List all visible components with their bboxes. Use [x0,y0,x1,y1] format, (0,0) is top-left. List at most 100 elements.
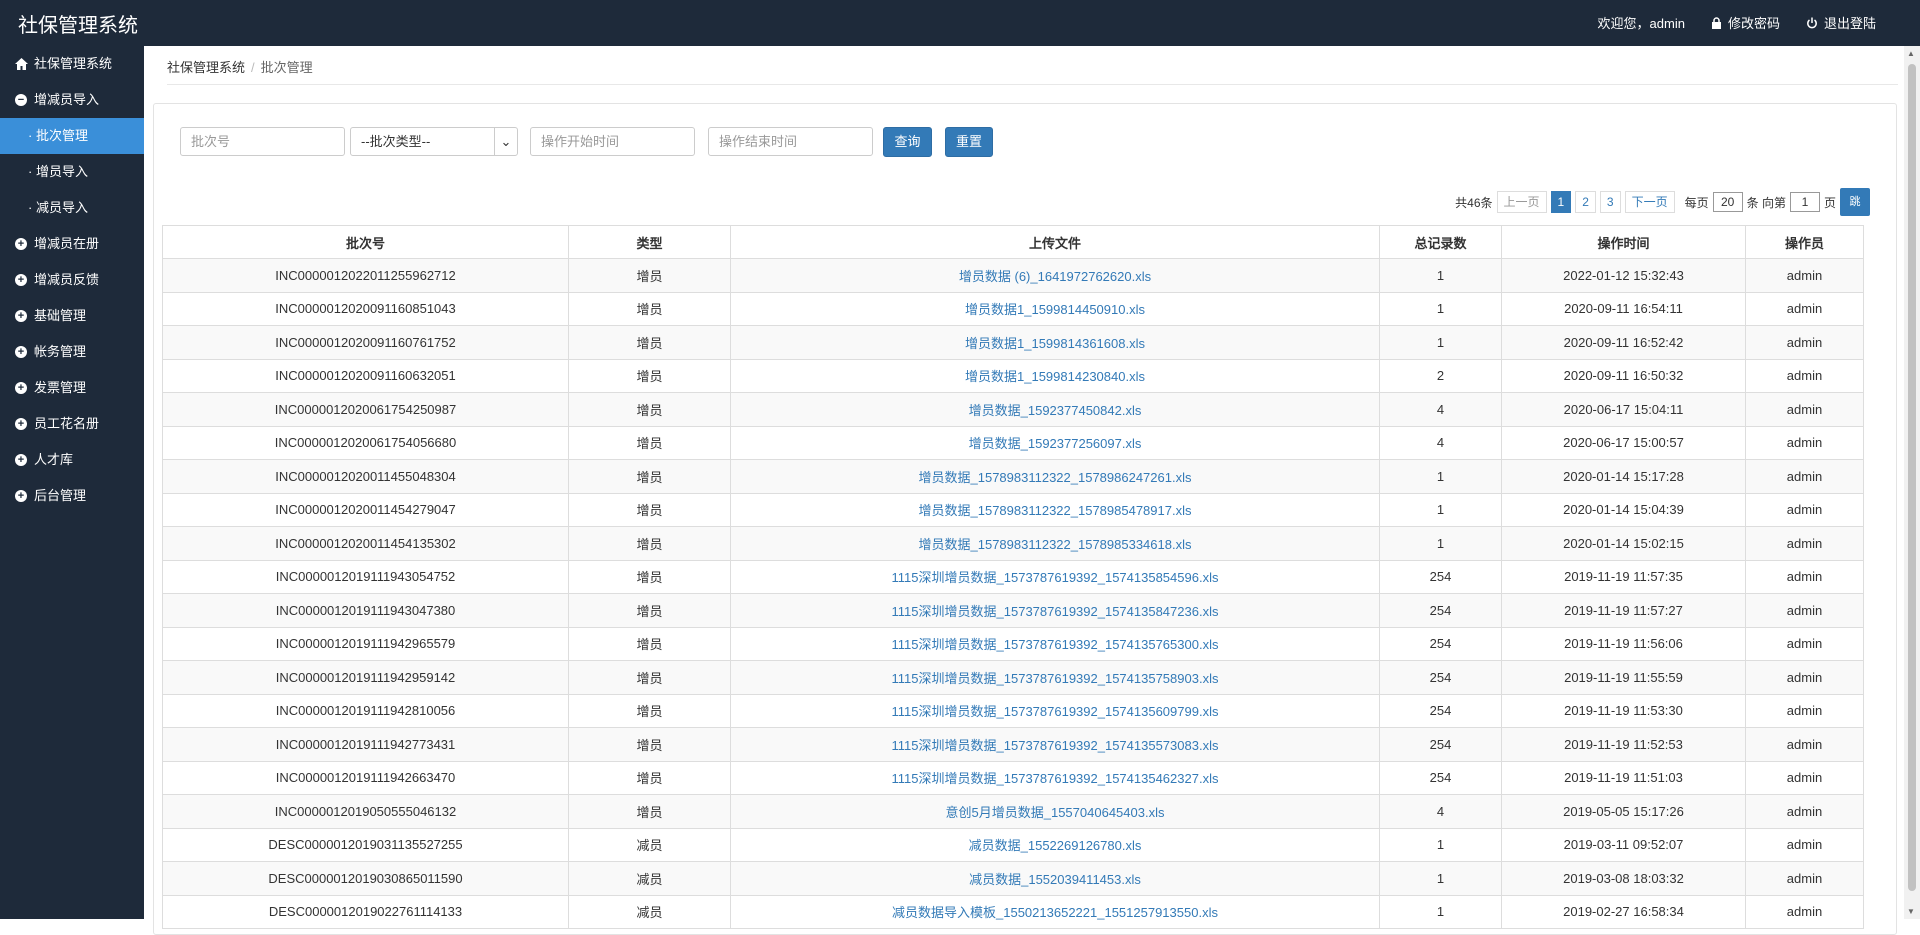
batch-number-cell: INC0000012020061754250987 [162,392,569,427]
table-row: INC0000012019111942959142 增员 1115深圳增员数据_15… [162,660,1864,695]
operator-cell: admin [1745,760,1864,795]
total-cell: 254 [1379,760,1502,795]
file-link[interactable]: 增员数据 (6)_1641972762620.xls [959,269,1151,284]
batch-number-cell: INC0000012020011454279047 [162,492,569,527]
time-cell: 2019-05-05 15:17:26 [1501,794,1746,829]
type-cell: 增员 [568,492,731,527]
type-cell: 增员 [568,392,731,427]
file-link[interactable]: 增员数据_1578983112322_1578985334618.xls [919,537,1192,552]
goto-button[interactable]: 跳 [1840,188,1870,216]
batch-number-cell: DESC0000012019030865011590 [162,861,569,896]
header-operator: 操作员 [1745,225,1864,259]
file-link[interactable]: 1115深圳增员数据_1573787619392_1574135854596.x… [892,570,1219,585]
operator-cell: admin [1745,559,1864,594]
batch-number-cell: INC0000012020091160851043 [162,291,569,326]
file-link[interactable]: 增员数据1_1599814450910.xls [965,302,1145,317]
sidebar-item-registered[interactable]: + 增减员在册 [0,226,144,262]
scrollbar-thumb[interactable] [1908,64,1916,891]
page-2-button[interactable]: 2 [1575,191,1596,213]
time-cell: 2019-03-08 18:03:32 [1501,861,1746,896]
total-cell: 254 [1379,693,1502,728]
file-link[interactable]: 1115深圳增员数据_1573787619392_1574135765300.x… [892,637,1219,652]
breadcrumb-current: 批次管理 [260,60,313,75]
file-link[interactable]: 1115深圳增员数据_1573787619392_1574135462327.x… [892,771,1219,786]
batch-type-select[interactable]: --批次类型-- ⌄ [350,127,518,156]
file-link[interactable]: 1115深圳增员数据_1573787619392_1574135758903.x… [892,671,1219,686]
page-3-button[interactable]: 3 [1599,191,1621,213]
sidebar-item-home[interactable]: 社保管理系统 [0,46,144,82]
scroll-up-icon[interactable]: ▲ [1907,49,1915,58]
time-cell: 2020-06-17 15:04:11 [1501,392,1746,427]
sidebar-item-accounts[interactable]: + 帐务管理 [0,334,144,370]
start-time-input[interactable]: 操作开始时间 [530,127,695,156]
file-cell: 1115深圳增员数据_1573787619392_1574135462327.x… [730,760,1380,795]
file-link[interactable]: 增员数据_1592377450842.xls [969,403,1142,418]
home-icon [14,57,28,71]
table-row: INC0000012020011455048304 增员 增员数据_15789831… [162,459,1864,494]
total-cell: 4 [1379,425,1502,460]
next-page-button[interactable]: 下一页 [1624,191,1675,213]
total-cell: 254 [1379,559,1502,594]
plus-circle-icon: + [15,310,27,322]
sidebar-item-talent[interactable]: + 人才库 [0,442,144,478]
time-cell: 2019-02-27 16:58:34 [1501,894,1746,929]
file-link[interactable]: 意创5月增员数据_1557040645403.xls [946,805,1165,820]
prev-page-button[interactable]: 上一页 [1496,191,1547,213]
sidebar-item-admin[interactable]: + 后台管理 [0,478,144,514]
table-row: INC0000012019050555046132 增员 意创5月增员数据_1557… [162,794,1864,829]
file-link[interactable]: 增员数据_1578983112322_1578985478917.xls [919,503,1192,518]
main-content: 社保管理系统 / 批次管理 批次号 --批次类型-- ⌄ 操作开始时间 操作结束时间… [144,46,1904,935]
batch-number-input[interactable]: 批次号 [180,127,345,156]
file-cell: 增员数据_1592377256097.xls [730,425,1380,460]
file-link[interactable]: 减员数据_1552269126780.xls [969,838,1142,853]
goto-page-input[interactable]: 1 [1789,192,1820,212]
file-link[interactable]: 1115深圳增员数据_1573787619392_1574135573083.x… [892,738,1219,753]
per-page-input[interactable]: 20 [1712,192,1743,212]
operator-cell: admin [1745,626,1864,661]
file-link[interactable]: 增员数据_1578983112322_1578986247261.xls [919,470,1192,485]
header-type: 类型 [568,225,731,259]
file-link[interactable]: 减员数据导入模板_1550213652221_1551257913550.xls [892,905,1218,920]
file-cell: 1115深圳增员数据_1573787619392_1574135765300.x… [730,626,1380,661]
batch-table: 批次号 类型 上传文件 总记录数 操作时间 操作员 INC00000120220… [162,225,1864,929]
file-link[interactable]: 1115深圳增员数据_1573787619392_1574135847236.x… [892,604,1219,619]
time-cell: 2019-11-19 11:56:06 [1501,626,1746,661]
table-row: INC0000012020061754250987 增员 增员数据_15923774… [162,392,1864,427]
batch-number-cell: INC0000012019111943054752 [162,559,569,594]
sidebar-item-import[interactable]: − 增减员导入 [0,82,144,118]
file-link[interactable]: 增员数据_1592377256097.xls [969,436,1142,451]
type-cell: 增员 [568,760,731,795]
sidebar-item-roster[interactable]: + 员工花名册 [0,406,144,442]
file-link[interactable]: 1115深圳增员数据_1573787619392_1574135609799.x… [892,704,1219,719]
total-cell: 1 [1379,291,1502,326]
scrollbar[interactable]: ▲ ▼ [1904,46,1920,919]
file-link[interactable]: 减员数据_1552039411453.xls [969,872,1141,887]
total-cell: 4 [1379,392,1502,427]
file-link[interactable]: 增员数据1_1599814230840.xls [965,369,1145,384]
change-password-link[interactable]: 修改密码 [1711,13,1780,32]
sidebar-item-remove-import[interactable]: · 减员导入 [0,190,144,226]
total-cell: 254 [1379,727,1502,762]
sidebar-item-basic[interactable]: + 基础管理 [0,298,144,334]
total-cell: 1 [1379,861,1502,896]
sidebar-item-add-import[interactable]: · 增员导入 [0,154,144,190]
query-button[interactable]: 查询 [883,127,932,157]
type-cell: 增员 [568,425,731,460]
file-cell: 增员数据_1578983112322_1578985478917.xls [730,492,1380,527]
operator-cell: admin [1745,492,1864,527]
sidebar-item-invoice[interactable]: + 发票管理 [0,370,144,406]
type-cell: 增员 [568,727,731,762]
scroll-down-icon[interactable]: ▼ [1907,907,1915,916]
end-time-input[interactable]: 操作结束时间 [708,127,873,156]
table-row: INC0000012019111942810056 增员 1115深圳增员数据_15… [162,693,1864,728]
type-cell: 增员 [568,660,731,695]
logout-link[interactable]: 退出登陆 [1806,13,1876,32]
breadcrumb-root[interactable]: 社保管理系统 [167,60,245,75]
sidebar-item-feedback[interactable]: + 增减员反馈 [0,262,144,298]
file-link[interactable]: 增员数据1_1599814361608.xls [965,336,1145,351]
reset-button[interactable]: 重置 [945,127,993,157]
sidebar-item-batch-management[interactable]: · 批次管理 [0,118,144,154]
table-row: INC0000012020091160851043 增员 增员数据1_1599814… [162,291,1864,326]
page-1-button[interactable]: 1 [1550,191,1572,213]
type-cell: 增员 [568,593,731,628]
